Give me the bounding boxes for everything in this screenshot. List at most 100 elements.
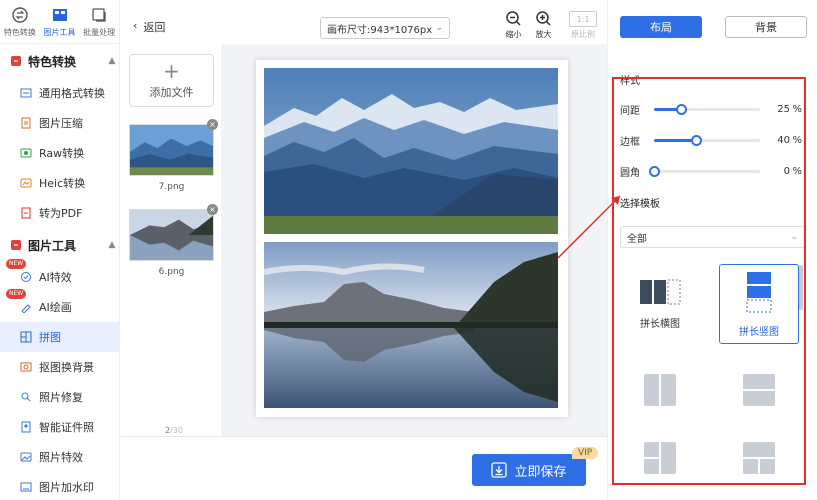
zoom-out-icon [506,11,521,26]
mode-image-tools[interactable]: 图片工具 [40,0,80,43]
sidebar-item-compress[interactable]: 图片压缩 [0,108,119,138]
mode-label: 批量处理 [83,27,116,37]
compress-icon [21,117,31,129]
collapse-caret-icon: ▲ [108,56,116,66]
add-file-button[interactable]: + 添加文件 [129,54,214,107]
convert-icon [12,6,28,23]
slider-track[interactable] [654,134,760,146]
style-section-title: 样式 [620,76,640,87]
new-badge: NEW [6,289,27,299]
sidebar-item-to-pdf[interactable]: 转为PDF [0,198,119,228]
mountain-photo [264,68,558,234]
template-two-columns[interactable] [620,350,700,430]
mode-batch[interactable]: 批量处理 [79,0,119,43]
slider-value: 40 [777,134,790,146]
border-slider[interactable]: 边框 40 % [620,132,802,148]
sidebar-item-label: Heic转换 [39,177,86,190]
group-image-tools[interactable]: 图片工具 ▲ [0,228,119,262]
canvas-size-select[interactable]: 画布尺寸:943*1076px ⌄ [320,17,450,39]
sidebar-item-watermark[interactable]: 图片加水印 [0,472,119,500]
vertical-stitch-icon [746,271,772,312]
group-title: 特色转换 [28,54,77,69]
slider-track[interactable] [654,103,760,115]
sidebar-item-label: AI特效 [39,271,72,284]
save-now-button[interactable]: 立即保存 [472,454,586,486]
lake-photo [264,242,558,408]
template-long-horizontal[interactable]: 拼长横图 [620,264,700,344]
ai-effects-icon [21,272,31,282]
sidebar-item-ai-painting[interactable]: NEW AI绘画 [0,289,119,322]
corner-radius-slider[interactable]: 圆角 0 % [620,163,802,179]
template-three-left[interactable] [620,428,700,488]
tab-background[interactable]: 背景 [725,16,807,38]
add-file-label: 添加文件 [149,85,194,99]
group-special-convert[interactable]: 特色转换 ▲ [0,44,119,78]
chevron-left-icon: ‹ [133,19,138,32]
sidebar-item-ai-effects[interactable]: NEW AI特效 [0,259,119,292]
zoom-out-button[interactable]: 缩小 [505,10,522,40]
file-thumbnail [129,209,214,261]
slider-handle[interactable] [691,134,703,146]
batch-icon [92,7,106,22]
slider-track[interactable] [649,165,760,177]
original-ratio-button[interactable]: 1:1 原比例 [569,10,597,40]
sidebar-item-label: 拼图 [39,331,61,344]
image-tools-icon [52,8,67,21]
sidebar-item-photo-effects[interactable]: 照片特效 [0,442,119,472]
collage-photo-lake[interactable] [264,242,558,408]
plus-icon: + [163,58,180,83]
sidebar-item-cutout[interactable]: 抠图换背景 [0,352,119,382]
mode-special-convert[interactable]: 特色转换 [0,0,40,43]
tab-layout[interactable]: 布局 [620,16,702,38]
sidebar-item-format-convert[interactable]: 通用格式转换 [0,78,119,108]
collage-canvas[interactable] [256,60,568,417]
file-name: 6.png [158,267,185,277]
ai-painting-icon [21,304,31,313]
sidebar-item-label: 智能证件照 [39,421,94,434]
sidebar-item-label: Raw转换 [39,147,85,160]
sidebar-item-label: 照片特效 [39,451,83,464]
panel-scrollbar[interactable] [799,265,803,310]
sidebar-item-label: 通用格式转换 [39,87,105,100]
file-list: + 添加文件 × 7.png × 6.png [121,44,221,436]
download-icon [491,462,508,478]
file-item[interactable]: × 7.png [129,119,218,192]
chevron-down-icon: ⌄ [435,23,443,33]
sidebar-item-raw[interactable]: Raw转换 [0,138,119,168]
mode-label: 图片工具 [43,27,76,37]
collage-photo-mountains[interactable] [264,68,558,234]
slider-fill [654,138,697,142]
slider-value: 25 [777,103,790,115]
close-icon[interactable]: × [207,119,218,130]
ratio-button-text: 1:1 [569,11,597,27]
heic-icon [20,178,32,188]
group-icon [11,56,21,66]
group-title: 图片工具 [28,238,77,253]
original-ratio-label: 原比例 [571,30,595,39]
sidebar-item-photo-repair[interactable]: 照片修复 [0,382,119,412]
close-icon[interactable]: × [207,204,218,215]
template-two-rows[interactable] [719,350,799,430]
grid-layout-icon [743,442,775,474]
sidebar-item-label: 图片加水印 [39,481,94,494]
file-name: 7.png [158,182,185,192]
file-item[interactable]: × 6.png [129,204,218,277]
zoom-in-button[interactable]: 放大 [535,10,552,40]
cutout-icon [20,362,32,372]
template-long-vertical[interactable]: 拼长竖图 [719,264,799,344]
sidebar-item-collage[interactable]: 拼图 [0,322,119,352]
template-filter-select[interactable]: 全部 ⌄ [620,226,805,248]
sidebar-item-id-photo[interactable]: 智能证件照 [0,412,119,442]
slider-label: 间距 [620,105,640,117]
template-three-bottom[interactable] [719,428,799,488]
group-icon [11,240,21,250]
raw-icon [20,148,32,158]
back-link[interactable]: ‹ 返回 [133,19,165,35]
sidebar-item-heic[interactable]: Heic转换 [0,168,119,198]
repair-icon [21,392,31,402]
spacing-slider[interactable]: 间距 25 % [620,101,802,117]
sidebar-item-label: 抠图换背景 [39,361,94,374]
slider-handle[interactable] [675,103,687,115]
slider-handle[interactable] [649,165,660,177]
format-icon [20,88,32,98]
